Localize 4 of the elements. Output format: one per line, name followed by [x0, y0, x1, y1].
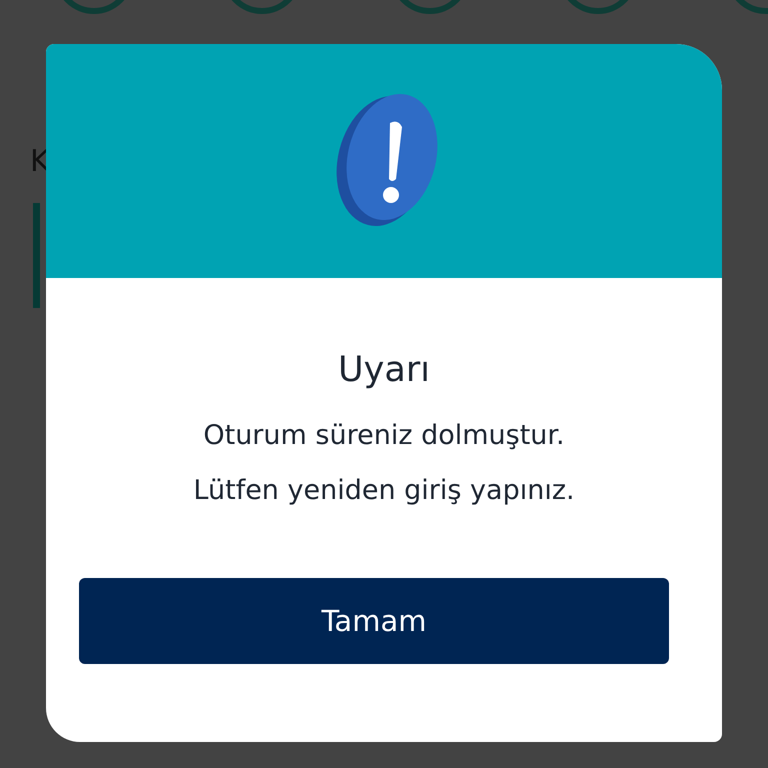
- dialog-title: Uyarı: [338, 350, 430, 390]
- dialog-message: Lütfen yeniden giriş yapınız.: [193, 474, 575, 508]
- ok-button[interactable]: Tamam: [79, 578, 669, 664]
- dialog-message: Oturum süreniz dolmuştur.: [202, 419, 566, 453]
